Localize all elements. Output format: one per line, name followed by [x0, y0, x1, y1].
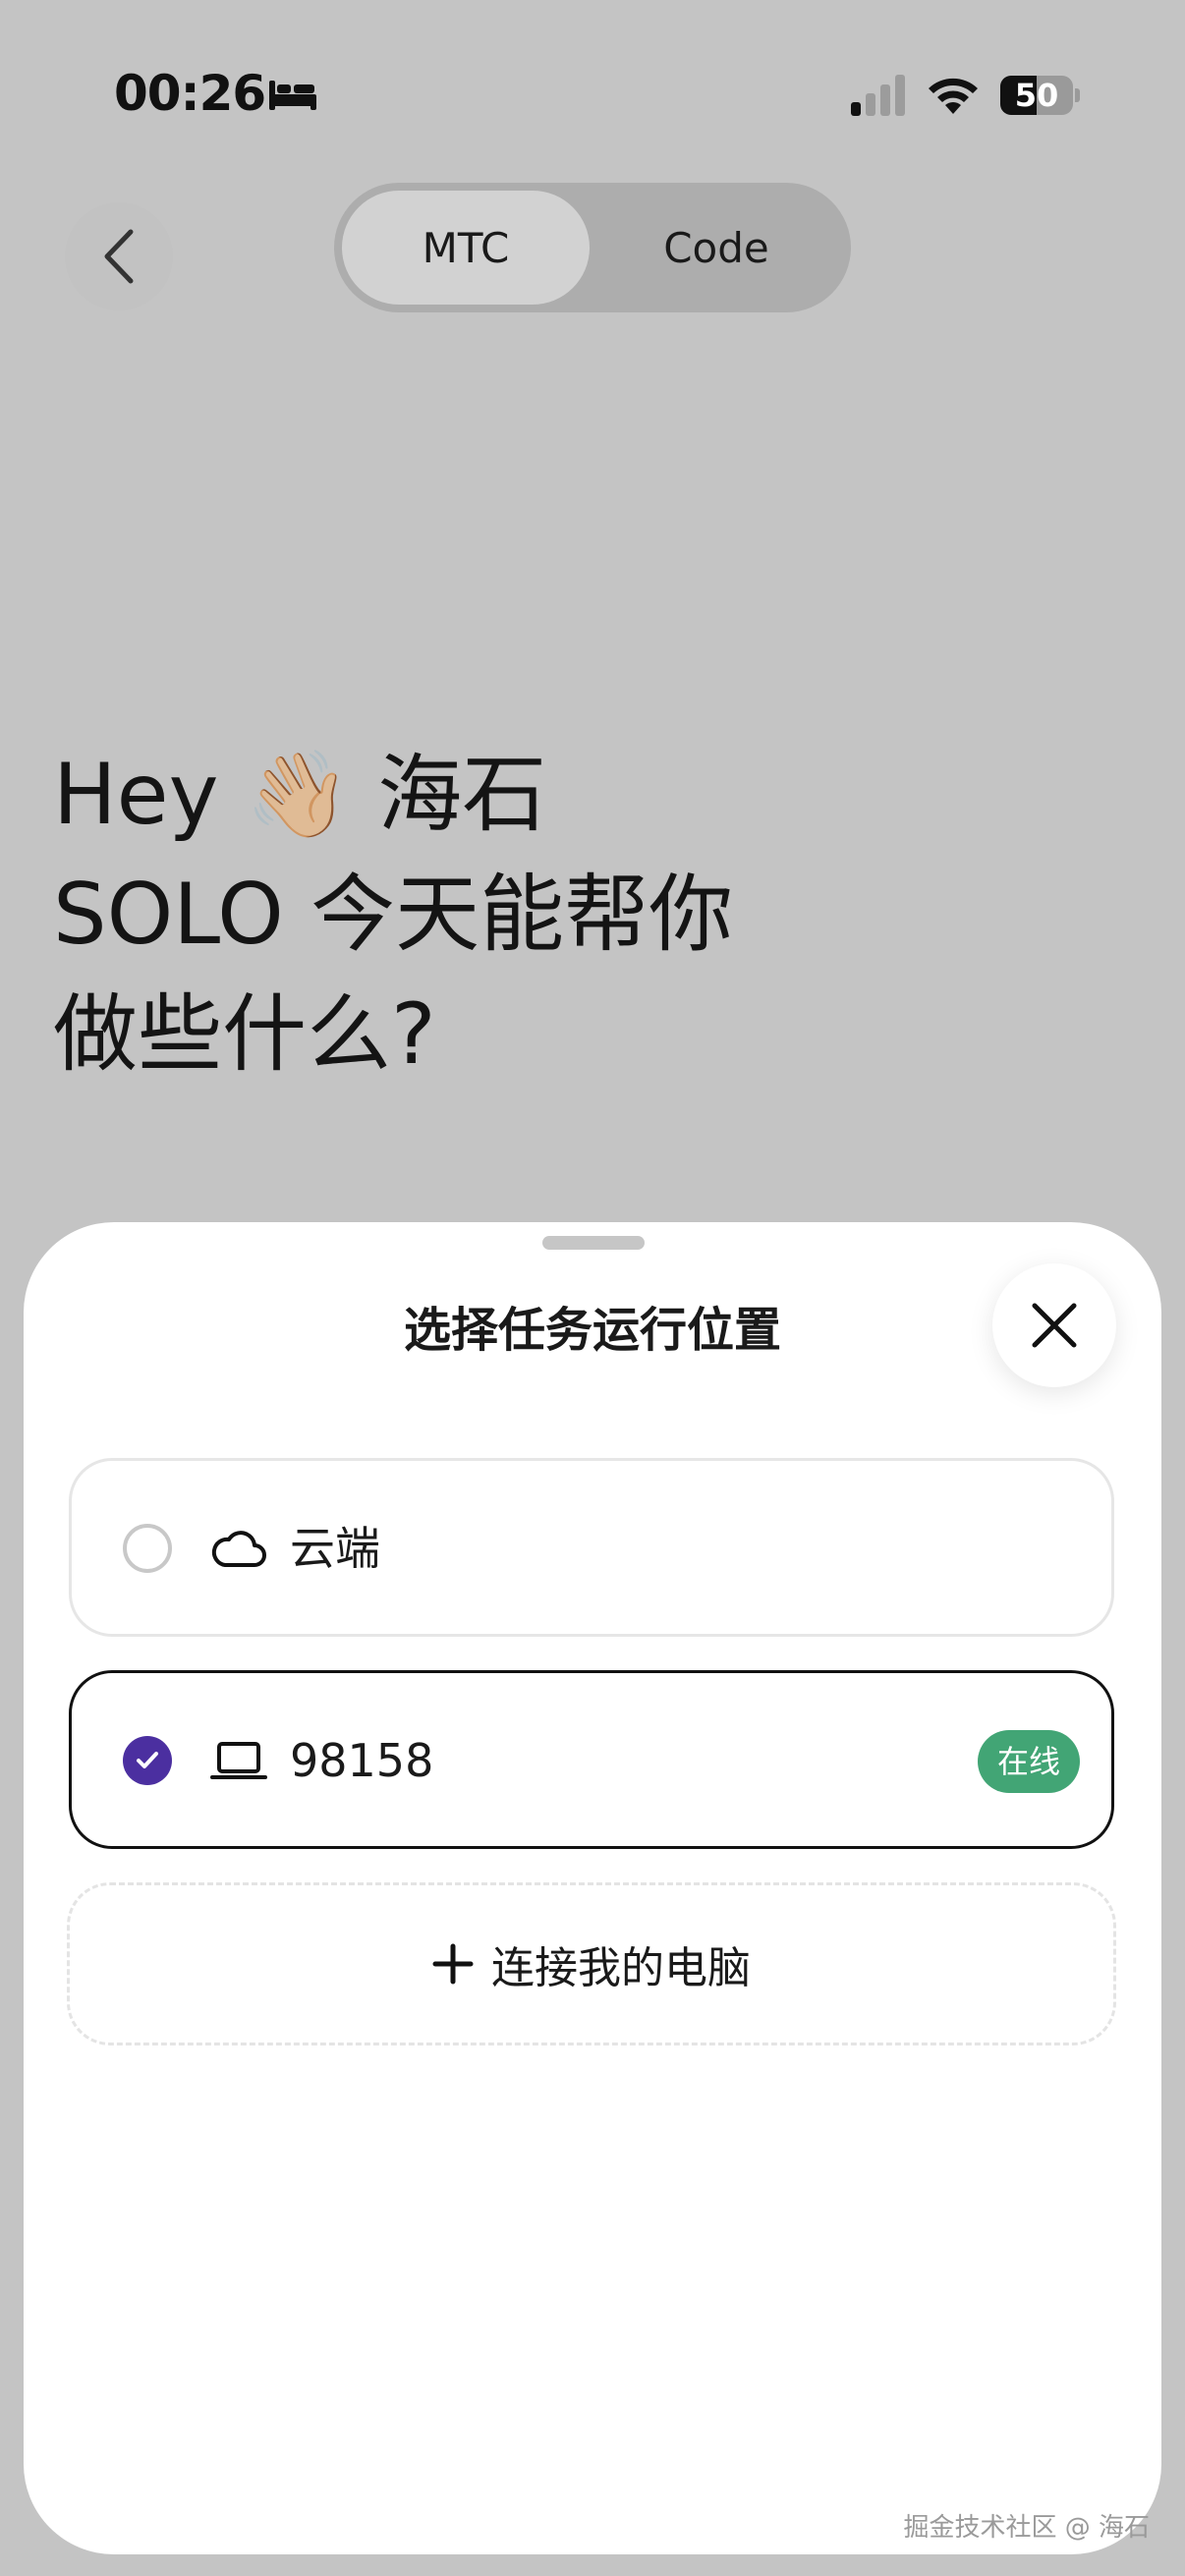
option-cloud[interactable]: 云端 [69, 1458, 1114, 1637]
screen: 00:26 50 MTC Code Hey 👋🏼 海石 SOLO 今天能帮你 做… [0, 0, 1185, 2576]
bed-icon [269, 81, 316, 110]
greeting-line-2: SOLO 今天能帮你 [53, 866, 734, 964]
wifi-icon [929, 78, 978, 114]
option-computer-label: 98158 [290, 1734, 434, 1787]
connect-label: 连接我的电脑 [491, 1943, 751, 1993]
tab-mtc[interactable]: MTC [342, 191, 590, 305]
radio-unselected[interactable] [123, 1524, 172, 1573]
laptop-icon [210, 1742, 267, 1779]
plus-icon [432, 1943, 474, 1985]
status-time: 00:26 [114, 65, 266, 122]
greeting-line-1: Hey 👋🏼 海石 [53, 746, 547, 844]
online-status-badge: 在线 [977, 1730, 1080, 1793]
radio-selected[interactable] [123, 1736, 172, 1785]
sheet-title: 选择任务运行位置 [403, 1303, 781, 1358]
chevron-left-icon [104, 229, 134, 284]
close-icon [1032, 1303, 1077, 1348]
battery-icon: 50 [1000, 76, 1080, 115]
battery-level: 50 [1014, 77, 1059, 114]
cloud-icon [211, 1531, 266, 1567]
status-bar: 00:26 50 [0, 0, 1185, 187]
close-button[interactable] [992, 1263, 1116, 1387]
connect-my-computer-button[interactable]: 连接我的电脑 [67, 1882, 1116, 2045]
sheet-drag-handle[interactable] [542, 1236, 645, 1250]
option-cloud-label: 云端 [290, 1522, 380, 1575]
greeting-line-3: 做些什么? [53, 985, 436, 1084]
watermark: 掘金技术社区 @ 海石 [903, 2513, 1150, 2543]
tab-code[interactable]: Code [590, 191, 843, 305]
greeting-text: Hey 👋🏼 海石 SOLO 今天能帮你 做些什么? [53, 735, 1134, 1094]
check-icon [137, 1752, 158, 1768]
back-button[interactable] [65, 202, 173, 310]
mode-segmented-control: MTC Code [334, 183, 851, 312]
signal-icon [851, 75, 905, 116]
run-location-sheet: 选择任务运行位置 云端 98158 在线 连接我的电脑 [24, 1222, 1161, 2554]
option-computer-98158[interactable]: 98158 在线 [69, 1670, 1114, 1849]
